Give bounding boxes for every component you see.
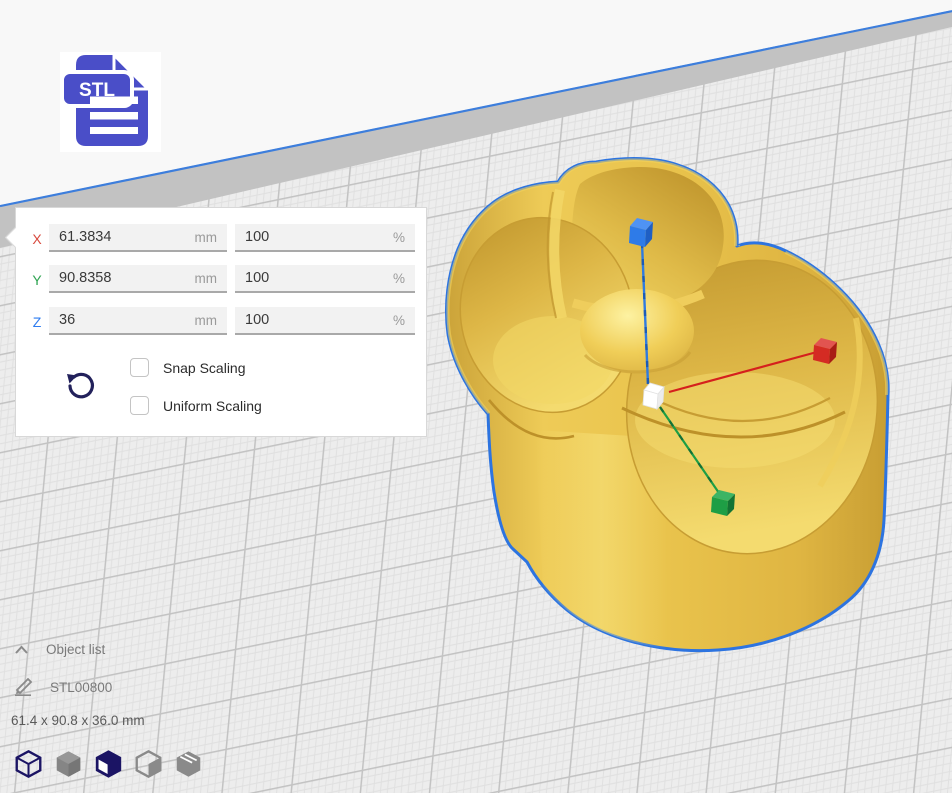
y-size-unit: mm	[195, 271, 218, 286]
gizmo-center-handle[interactable]	[643, 383, 664, 409]
x-size-unit: mm	[195, 230, 218, 245]
x-size-field[interactable]: mm	[49, 224, 227, 252]
pencil-icon	[14, 678, 34, 696]
object-list-item[interactable]: STL00800	[14, 678, 112, 696]
uniform-scaling-box[interactable]	[130, 396, 149, 415]
y-percent-unit: %	[393, 271, 405, 286]
z-size-field[interactable]: mm	[49, 307, 227, 335]
scale-row-z: Z mm %	[16, 307, 426, 337]
x-percent-input[interactable]	[245, 229, 345, 245]
z-size-input[interactable]	[59, 312, 159, 328]
object-list-header[interactable]: Object list	[14, 642, 105, 657]
stl-file-icon: STL	[60, 52, 161, 152]
uniform-scaling-label: Uniform Scaling	[163, 398, 262, 414]
y-size-input[interactable]	[59, 270, 159, 286]
x-size-input[interactable]	[59, 229, 159, 245]
cube-solid-icon[interactable]	[54, 749, 83, 779]
x-percent-unit: %	[393, 230, 405, 245]
z-percent-field[interactable]: %	[235, 307, 415, 335]
y-percent-input[interactable]	[245, 270, 345, 286]
z-size-unit: mm	[195, 313, 218, 328]
y-percent-field[interactable]: %	[235, 265, 415, 293]
view-mode-toolbar	[14, 749, 214, 779]
model-center-dome	[580, 289, 694, 373]
cube-cutaway-icon[interactable]	[94, 749, 123, 779]
snap-scaling-label: Snap Scaling	[163, 360, 246, 376]
cube-layers-icon[interactable]	[174, 749, 203, 779]
axis-label-x: X	[24, 224, 50, 254]
chevron-up-icon	[14, 644, 29, 656]
y-size-field[interactable]: mm	[49, 265, 227, 293]
z-percent-unit: %	[393, 313, 405, 328]
stl-file-thumbnail: STL	[60, 52, 161, 152]
scale-row-x: X mm %	[16, 224, 426, 254]
application-window: STL X mm % Y mm	[0, 0, 952, 793]
model-dimensions-readout: 61.4 x 90.8 x 36.0 mm	[11, 713, 145, 728]
reset-scale-button[interactable]	[64, 370, 96, 402]
uniform-scaling-checkbox[interactable]: Uniform Scaling	[130, 396, 262, 415]
rotate-ccw-icon	[64, 370, 96, 402]
z-percent-input[interactable]	[245, 312, 345, 328]
x-percent-field[interactable]: %	[235, 224, 415, 252]
axis-label-y: Y	[24, 265, 50, 295]
scale-row-y: Y mm %	[16, 265, 426, 295]
axis-label-z: Z	[24, 307, 50, 337]
snap-scaling-box[interactable]	[130, 358, 149, 377]
object-list-title: Object list	[46, 642, 105, 657]
object-item-name: STL00800	[50, 680, 112, 695]
scale-tool-panel: X mm % Y mm % Z	[15, 207, 427, 437]
cube-wireframe-icon[interactable]	[14, 749, 43, 779]
snap-scaling-checkbox[interactable]: Snap Scaling	[130, 358, 246, 377]
cube-outline-icon[interactable]	[134, 749, 163, 779]
